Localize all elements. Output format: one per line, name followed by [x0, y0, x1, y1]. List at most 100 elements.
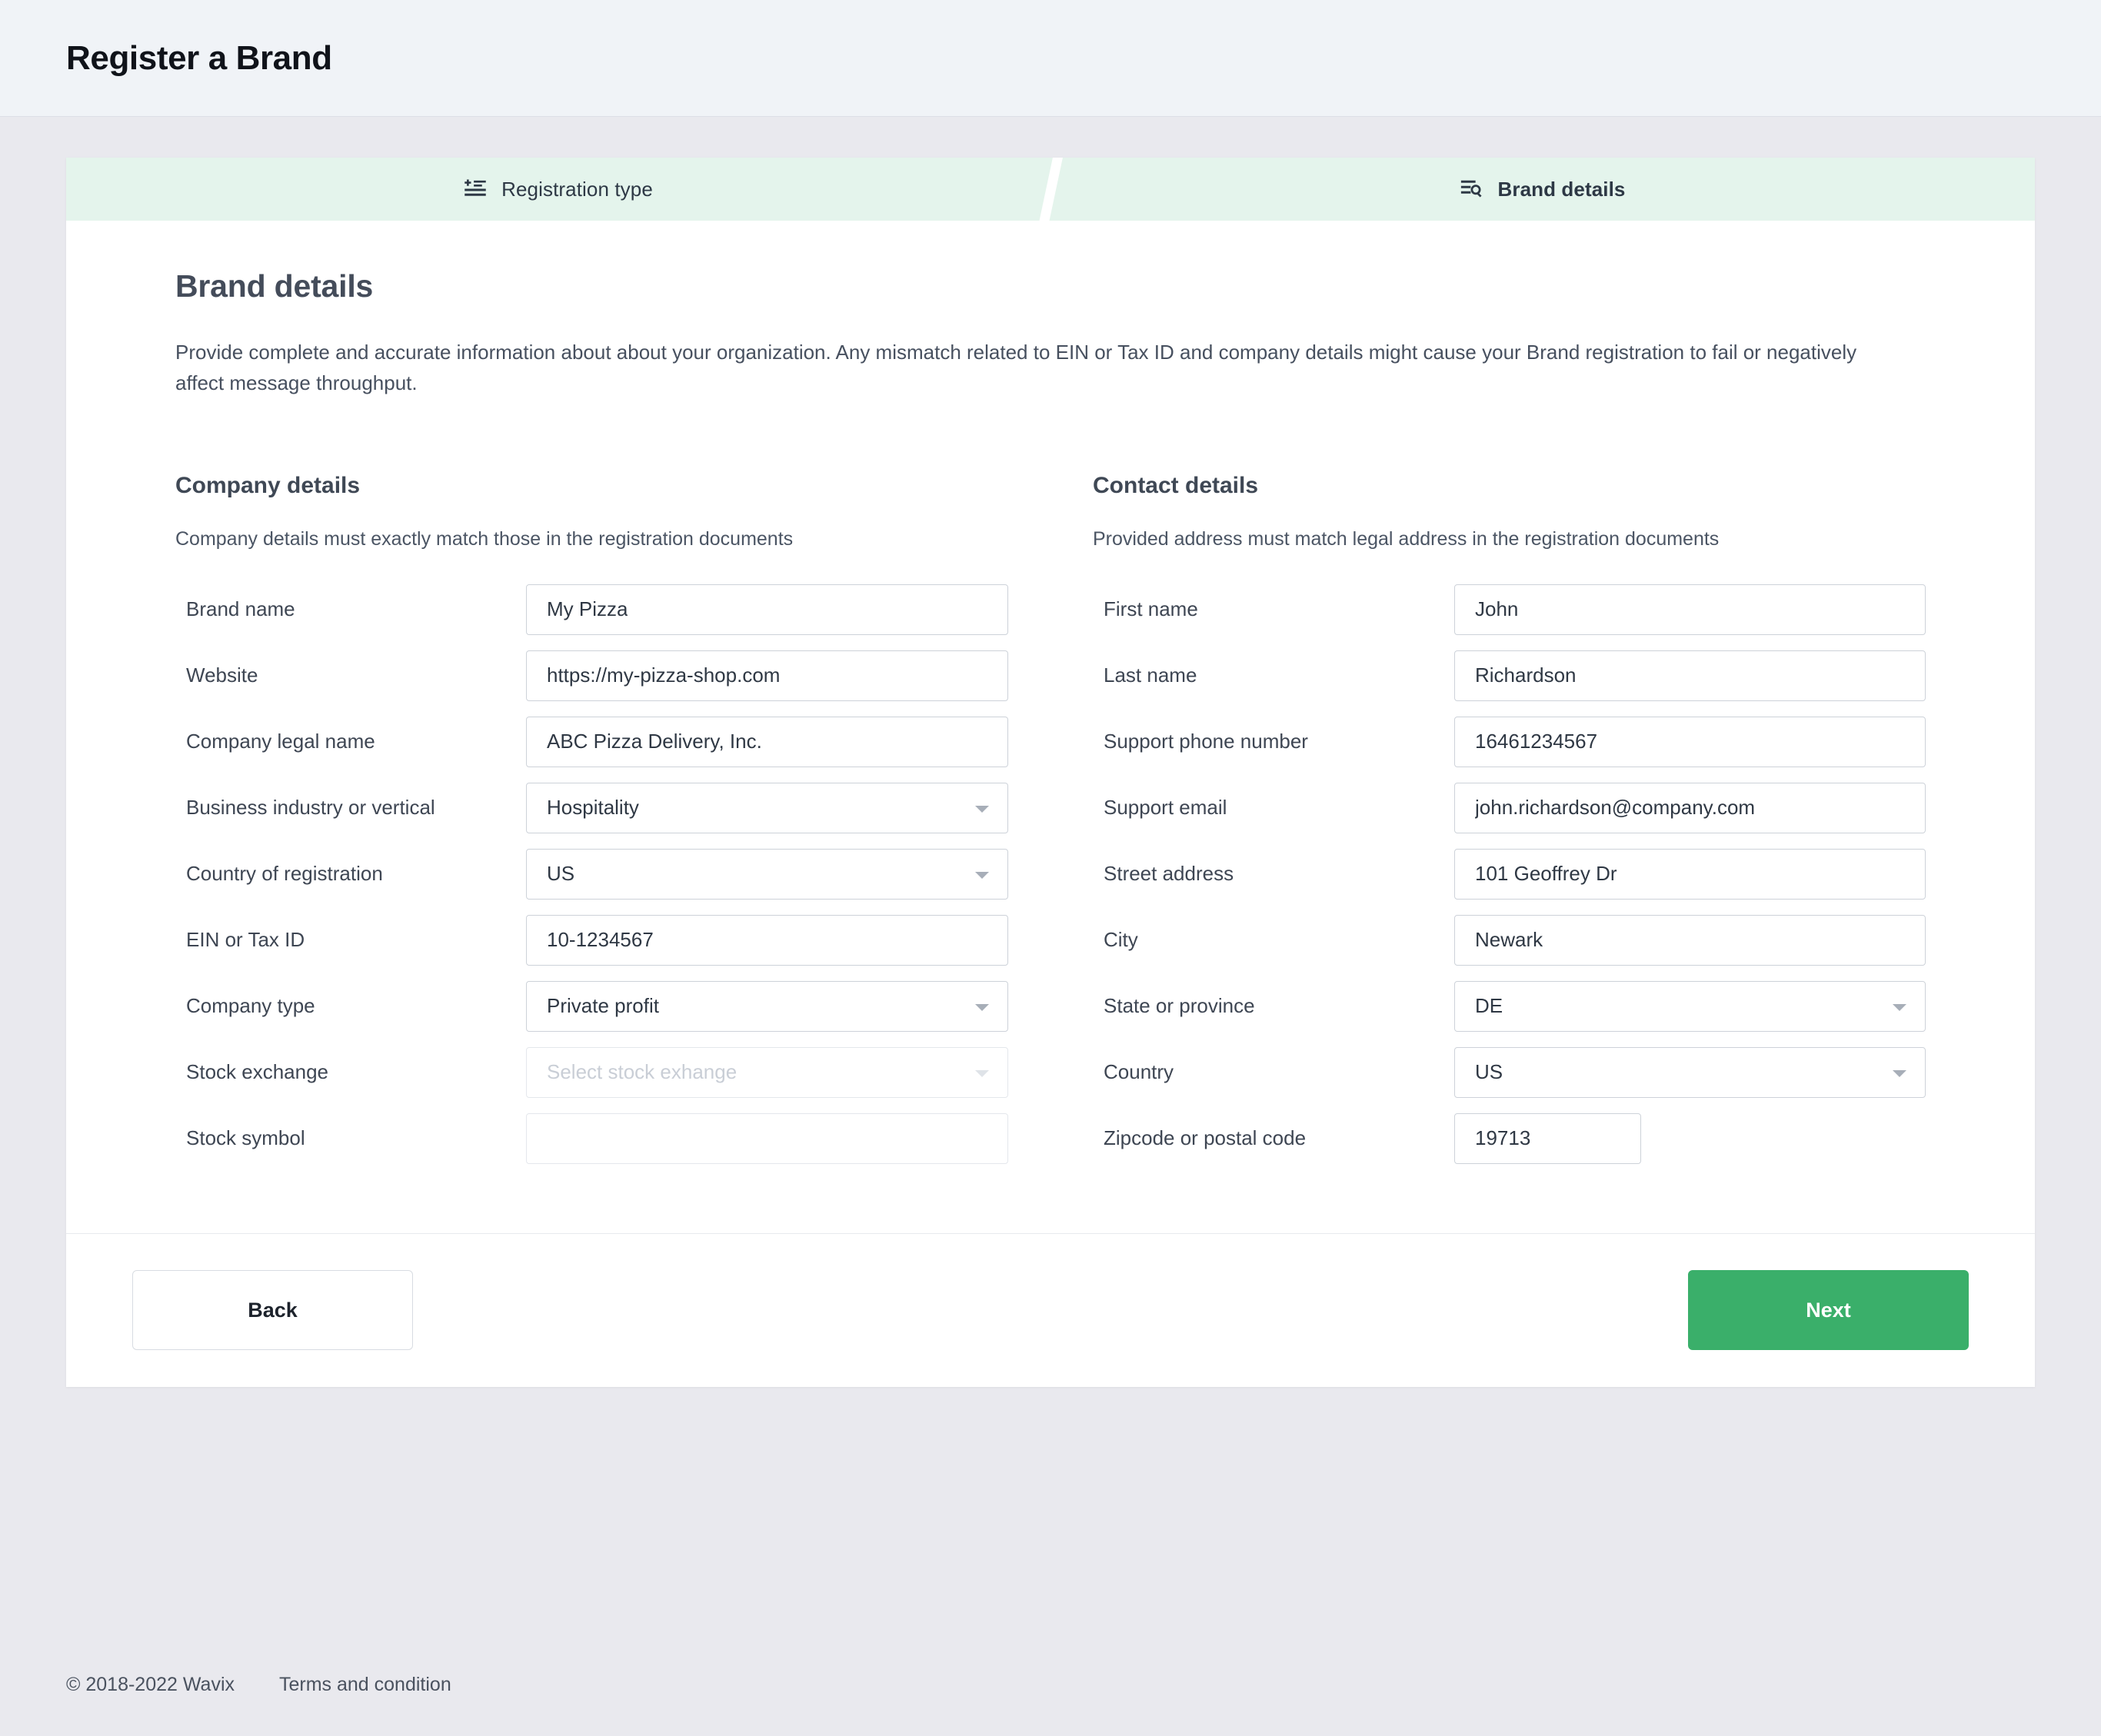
field-country: Country US: [1093, 1046, 1926, 1098]
field-label: Country of registration: [186, 862, 383, 886]
card-main: Brand details Provide complete and accur…: [66, 221, 2035, 1233]
field-label: Support email: [1104, 796, 1227, 820]
section-intro: Provide complete and accurate informatio…: [175, 341, 1857, 395]
next-button[interactable]: Next: [1688, 1270, 1969, 1351]
field-label: Street address: [1104, 862, 1234, 886]
form-columns: Company details Company details must exa…: [175, 473, 1926, 1179]
list-search-icon: [1460, 178, 1483, 201]
field-value: https://my-pizza-shop.com: [547, 663, 781, 687]
field-stock-symbol: Stock symbol: [175, 1112, 1008, 1164]
field-value: 19713: [1475, 1126, 1531, 1150]
field-company-legal-name: Company legal name ABC Pizza Delivery, I…: [175, 716, 1008, 767]
list-add-icon: [464, 178, 487, 201]
first-name-input[interactable]: John: [1454, 584, 1926, 635]
field-value: My Pizza: [547, 597, 628, 621]
website-input[interactable]: https://my-pizza-shop.com: [526, 650, 1008, 701]
field-business-industry: Business industry or vertical Hospitalit…: [175, 782, 1008, 833]
chevron-down-icon: [975, 1003, 989, 1011]
field-label: City: [1104, 928, 1138, 952]
field-placeholder: Select stock exhange: [547, 1060, 738, 1084]
zipcode-input[interactable]: 19713: [1454, 1112, 1641, 1164]
company-legal-name-input[interactable]: ABC Pizza Delivery, Inc.: [526, 716, 1008, 767]
section-title: Brand details: [175, 268, 374, 304]
card-actions: Back Next: [66, 1232, 2035, 1387]
terms-and-condition-link[interactable]: Terms and condition: [279, 1674, 451, 1696]
ein-tax-id-input[interactable]: 10-1234567: [526, 914, 1008, 966]
field-value: 10-1234567: [547, 928, 654, 952]
state-or-province-select[interactable]: DE: [1454, 980, 1926, 1032]
field-value: US: [1475, 1060, 1503, 1084]
field-label: Company legal name: [186, 730, 375, 753]
brand-name-input[interactable]: My Pizza: [526, 584, 1008, 635]
field-label: Company type: [186, 994, 315, 1018]
country-of-registration-select[interactable]: US: [526, 848, 1008, 900]
app-header: Register a Brand: [0, 0, 2101, 117]
contact-details-subtitle: Provided address must match legal addres…: [1093, 527, 1720, 550]
field-city: City Newark: [1093, 914, 1926, 966]
field-value: Hospitality: [547, 796, 639, 820]
city-input[interactable]: Newark: [1454, 914, 1926, 966]
field-brand-name: Brand name My Pizza: [175, 584, 1008, 635]
field-value: 16461234567: [1475, 730, 1598, 753]
chevron-down-icon: [1893, 1003, 1906, 1011]
field-value: ABC Pizza Delivery, Inc.: [547, 730, 762, 753]
company-details-subtitle: Company details must exactly match those…: [175, 527, 794, 550]
last-name-input[interactable]: Richardson: [1454, 650, 1926, 701]
support-phone-number-input[interactable]: 16461234567: [1454, 716, 1926, 767]
back-button[interactable]: Back: [132, 1270, 413, 1351]
field-last-name: Last name Richardson: [1093, 650, 1926, 701]
field-label: Stock symbol: [186, 1126, 305, 1150]
field-label: Country: [1104, 1060, 1174, 1084]
field-street-address: Street address 101 Geoffrey Dr: [1093, 848, 1926, 900]
field-value: john.richardson@company.com: [1475, 796, 1756, 820]
registration-stepper: Registration type Brand details: [66, 158, 2035, 221]
field-stock-exchange: Stock exchange Select stock exhange: [175, 1046, 1008, 1098]
field-first-name: First name John: [1093, 584, 1926, 635]
field-label: Brand name: [186, 597, 295, 621]
field-value: 101 Geoffrey Dr: [1475, 862, 1617, 886]
country-select[interactable]: US: [1454, 1046, 1926, 1098]
stock-symbol-input[interactable]: [526, 1112, 1008, 1164]
field-value: US: [547, 862, 575, 886]
step-label: Registration type: [501, 177, 653, 201]
field-country-of-registration: Country of registration US: [175, 848, 1008, 900]
company-details-title: Company details: [175, 472, 361, 498]
chevron-down-icon: [975, 805, 989, 813]
field-website: Website https://my-pizza-shop.com: [175, 650, 1008, 701]
copyright-text: © 2018-2022 Wavix: [66, 1674, 235, 1695]
page-footer: © 2018-2022 Wavix Terms and condition: [66, 1674, 451, 1696]
street-address-input[interactable]: 101 Geoffrey Dr: [1454, 848, 1926, 900]
field-label: Zipcode or postal code: [1104, 1126, 1307, 1150]
chevron-down-icon: [1893, 1069, 1906, 1077]
step-label: Brand details: [1497, 177, 1626, 201]
business-industry-select[interactable]: Hospitality: [526, 782, 1008, 833]
field-zipcode: Zipcode or postal code 19713: [1093, 1112, 1926, 1164]
field-support-email: Support email john.richardson@company.co…: [1093, 782, 1926, 833]
field-value: Newark: [1475, 928, 1543, 952]
field-company-type: Company type Private profit: [175, 980, 1008, 1032]
company-details-column: Company details Company details must exa…: [175, 473, 1008, 1179]
field-label: First name: [1104, 597, 1198, 621]
field-label: Last name: [1104, 663, 1197, 687]
brand-registration-card: Registration type Brand details Brand de…: [66, 158, 2035, 1387]
field-state-or-province: State or province DE: [1093, 980, 1926, 1032]
field-label: EIN or Tax ID: [186, 928, 305, 952]
field-value: DE: [1475, 994, 1503, 1018]
field-label: Support phone number: [1104, 730, 1308, 753]
support-email-input[interactable]: john.richardson@company.com: [1454, 782, 1926, 833]
field-label: Stock exchange: [186, 1060, 329, 1084]
field-value: Private profit: [547, 994, 659, 1018]
contact-details-column: Contact details Provided address must ma…: [1093, 473, 1926, 1179]
field-label: Business industry or vertical: [186, 796, 435, 820]
field-value: John: [1475, 597, 1519, 621]
field-label: Website: [186, 663, 258, 687]
step-registration-type[interactable]: Registration type: [66, 158, 1050, 221]
stock-exchange-select[interactable]: Select stock exhange: [526, 1046, 1008, 1098]
field-value: Richardson: [1475, 663, 1577, 687]
step-brand-details[interactable]: Brand details: [1050, 158, 2035, 221]
page-title: Register a Brand: [66, 38, 332, 77]
company-type-select[interactable]: Private profit: [526, 980, 1008, 1032]
chevron-down-icon: [975, 1069, 989, 1077]
contact-details-title: Contact details: [1093, 472, 1259, 498]
field-support-phone-number: Support phone number 16461234567: [1093, 716, 1926, 767]
